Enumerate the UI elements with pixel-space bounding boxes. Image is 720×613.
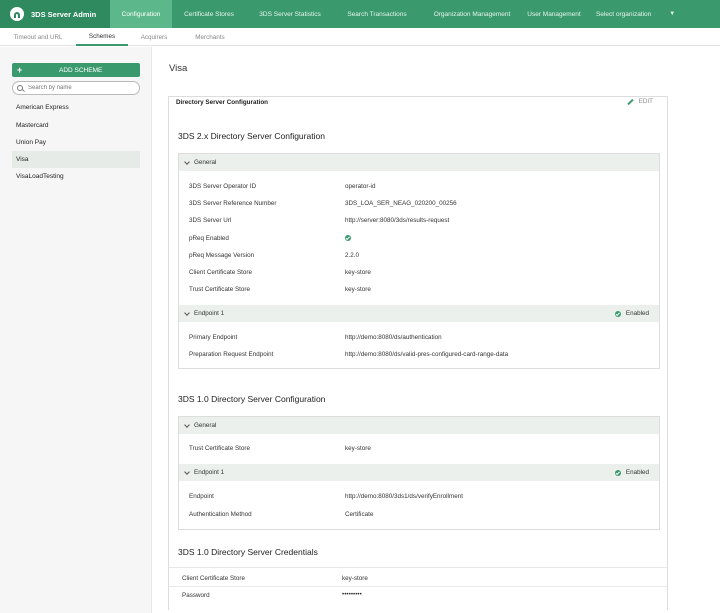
ds2-row-label: 3DS Server Reference Number xyxy=(189,200,277,207)
app-title: 3DS Server Admin xyxy=(31,9,97,19)
ds1-panel: General Trust Certificate Store key-stor… xyxy=(178,416,660,530)
ds2-row-label: 3DS Server Url xyxy=(189,217,232,224)
ds1-endpoint-label: Endpoint 1 xyxy=(194,469,225,476)
ds2-row-value: 2.2.0 xyxy=(345,252,360,259)
organization-select[interactable]: Select organization ▼ xyxy=(596,11,675,18)
divider xyxy=(169,567,667,568)
nav-item-certificate-stores[interactable]: Certificate Stores xyxy=(172,0,246,28)
ds2-general-label: General xyxy=(194,159,217,166)
ds1-general-toggle[interactable]: General xyxy=(179,417,659,434)
ds2-row-value: operator-id xyxy=(345,183,376,190)
ds2-endpoint-row-label: Primary Endpoint xyxy=(189,334,238,341)
ds2-row-value: 3DS_LOA_SER_NEAG_020200_00256 xyxy=(345,200,457,207)
ds2-row-label: pReq Enabled xyxy=(189,235,229,242)
pencil-icon xyxy=(626,98,634,105)
ds1-row-label: Trust Certificate Store xyxy=(189,445,251,452)
scheme-search[interactable] xyxy=(12,81,140,95)
page-title: Visa xyxy=(169,63,188,74)
check-circle-icon xyxy=(614,469,621,476)
credentials-section-title: 3DS 1.0 Directory Server Credentials xyxy=(178,547,318,557)
ds2-row-label: Client Certificate Store xyxy=(189,269,252,276)
ds1-section-title: 3DS 1.0 Directory Server Configuration xyxy=(178,394,326,404)
chevron-down-icon xyxy=(184,158,190,165)
ds2-endpoint-row-value: http://demo:8080/ds/authentication xyxy=(345,334,442,341)
ds1-endpoint-row-value: http://demo:8080/3ds1/ds/verifyEnrollmen… xyxy=(345,493,463,500)
status-badge: Enabled xyxy=(614,469,649,476)
chevron-down-icon xyxy=(184,468,190,475)
ds2-endpoint-toggle[interactable]: Endpoint 1 Enabled xyxy=(179,305,659,322)
ds1-endpoint-toggle[interactable]: Endpoint 1 Enabled xyxy=(179,464,659,481)
tab-acquirers[interactable]: Acquirers xyxy=(128,28,180,46)
tab-timeout-and-url[interactable]: Timeout and URL xyxy=(0,28,76,46)
add-scheme-label: ADD SCHEME xyxy=(59,66,103,74)
check-circle-icon xyxy=(345,235,351,241)
tab-merchants[interactable]: Merchants xyxy=(180,28,240,46)
search-icon xyxy=(17,85,23,91)
nav-item-search-transactions[interactable]: Search Transactions xyxy=(334,0,420,28)
status-label: Enabled xyxy=(625,310,649,317)
chevron-down-icon xyxy=(184,421,190,428)
preq-enabled-value xyxy=(345,235,356,243)
search-input[interactable] xyxy=(28,85,138,91)
scheme-item-visa[interactable]: Visa xyxy=(12,151,140,168)
chevron-down-icon xyxy=(184,309,190,316)
nav-item-configuration[interactable]: Configuration xyxy=(110,0,172,28)
card-title: Directory Server Configuration xyxy=(176,99,269,106)
ds2-section-title: 3DS 2.x Directory Server Configuration xyxy=(178,131,325,141)
edit-label: EDIT xyxy=(638,98,653,105)
ds2-panel: General 3DS Server Operator ID operator-… xyxy=(178,153,660,369)
ds1-endpoint-row-label: Authentication Method xyxy=(189,511,252,518)
ds1-endpoint-row-label: Endpoint xyxy=(189,493,214,500)
scheme-item-american-express[interactable]: American Express xyxy=(12,99,140,116)
credentials-row-label: Password xyxy=(182,592,210,599)
credentials-row-label: Client Certificate Store xyxy=(182,575,245,582)
scheme-sidebar: + ADD SCHEME American Express Mastercard… xyxy=(0,47,152,613)
nav-item-organization-management[interactable]: Organization Management xyxy=(420,0,524,28)
plus-icon: + xyxy=(17,65,23,75)
top-nav: 3DS Server Admin Configuration Certifica… xyxy=(0,0,720,28)
status-badge: Enabled xyxy=(614,310,649,317)
logo-icon xyxy=(10,7,24,21)
ds2-row-value: key-store xyxy=(345,269,371,276)
check-circle-icon xyxy=(614,310,621,317)
ds2-general-toggle[interactable]: General xyxy=(179,154,659,171)
nav-item-statistics[interactable]: 3DS Server Statistics xyxy=(246,0,334,28)
directory-server-card: Directory Server Configuration EDIT 3DS … xyxy=(168,96,668,610)
scheme-item-union-pay[interactable]: Union Pay xyxy=(12,134,140,151)
divider xyxy=(169,586,667,587)
tab-schemes[interactable]: Schemes xyxy=(76,28,128,46)
ds2-row-label: pReq Message Version xyxy=(189,252,255,259)
ds2-endpoint-row-label: Preparation Request Endpoint xyxy=(189,351,274,358)
ds1-row-value: key-store xyxy=(345,445,371,452)
ds2-row-label: 3DS Server Operator ID xyxy=(189,183,257,190)
ds1-general-label: General xyxy=(194,422,217,429)
ds2-endpoint-label: Endpoint 1 xyxy=(194,310,225,317)
sub-tabs: Timeout and URL Schemes Acquirers Mercha… xyxy=(0,28,720,46)
brand[interactable]: 3DS Server Admin xyxy=(0,0,110,28)
ds2-row-value: http://server:8080/3ds/results-request xyxy=(345,217,450,224)
password-value: ••••••••• xyxy=(342,591,362,598)
scheme-item-visaloadtesting[interactable]: VisaLoadTesting xyxy=(12,168,140,185)
chevron-down-icon: ▼ xyxy=(669,11,676,17)
status-label: Enabled xyxy=(625,469,649,476)
ds2-row-value: key-store xyxy=(345,286,371,293)
scheme-item-mastercard[interactable]: Mastercard xyxy=(12,117,140,134)
ds2-row-label: Trust Certificate Store xyxy=(189,286,251,293)
ds1-endpoint-row-value: Certificate xyxy=(345,511,374,518)
ds2-endpoint-row-value: http://demo:8080/ds/valid-pres-configure… xyxy=(345,351,509,358)
organization-select-label: Select organization xyxy=(596,10,652,18)
add-scheme-button[interactable]: + ADD SCHEME xyxy=(12,63,140,77)
edit-button[interactable]: EDIT xyxy=(626,98,653,105)
credentials-row-value: key-store xyxy=(342,575,368,582)
nav-item-user-management[interactable]: User Management xyxy=(524,0,584,28)
